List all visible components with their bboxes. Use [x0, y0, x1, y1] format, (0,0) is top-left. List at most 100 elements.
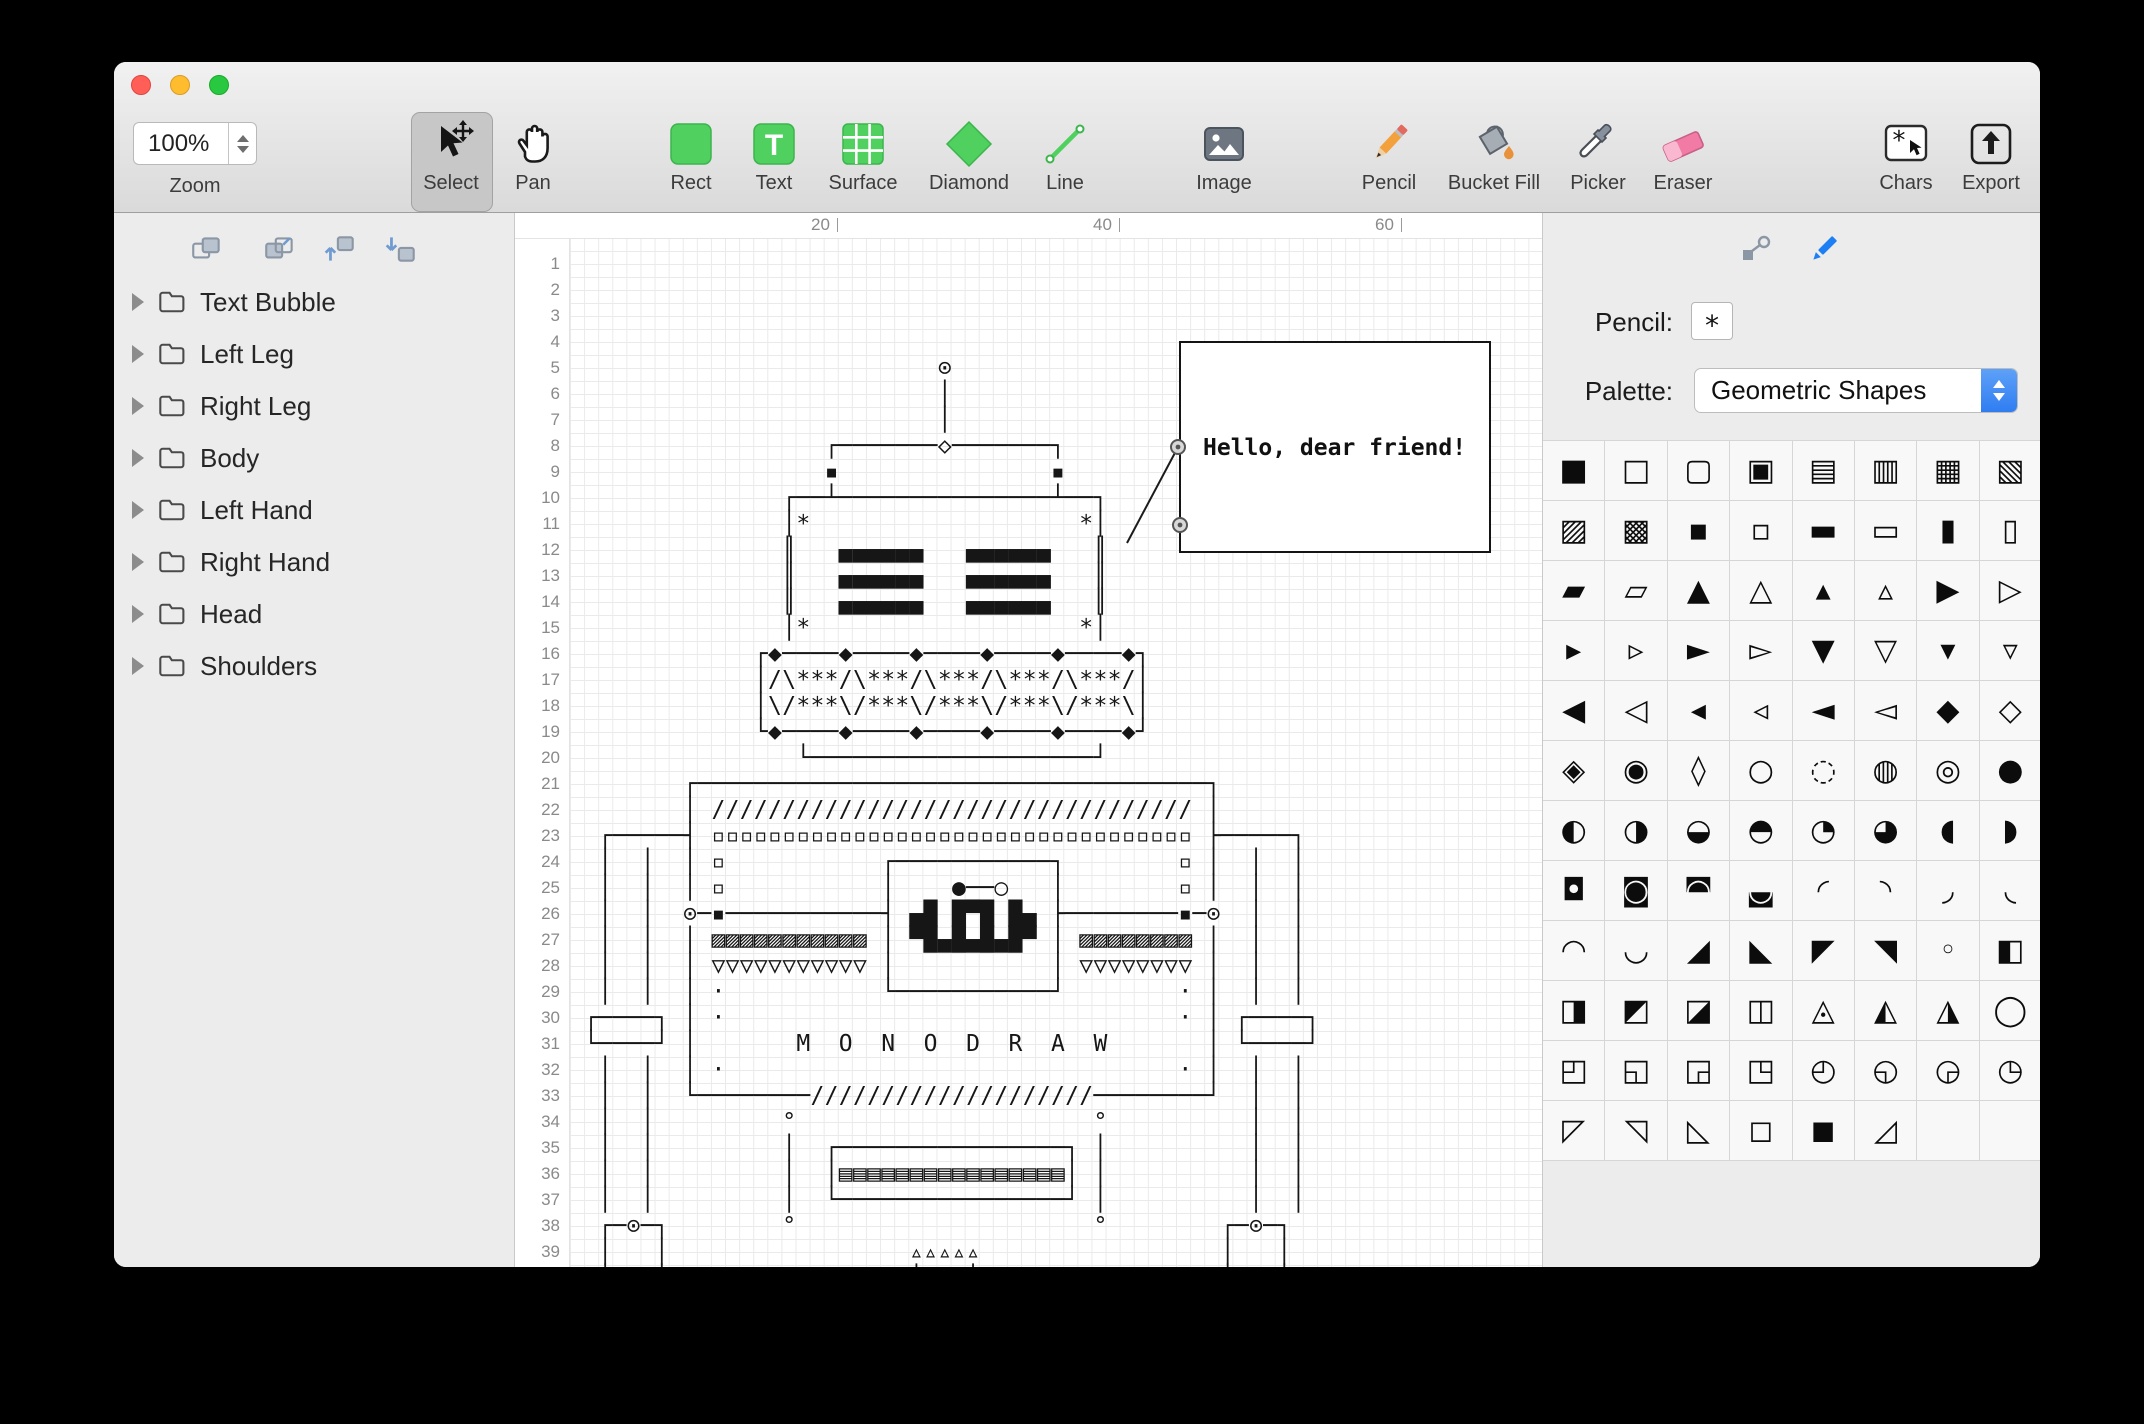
palette-glyph[interactable]: ◎ — [1917, 741, 1978, 800]
palette-glyph[interactable] — [1980, 1101, 2040, 1160]
zoom-decrease-icon[interactable] — [237, 146, 249, 153]
palette-glyph[interactable]: ◟ — [1980, 861, 2040, 920]
palette-glyph[interactable]: ◓ — [1730, 801, 1791, 860]
palette-glyph[interactable]: ● — [1980, 741, 2040, 800]
layer-row[interactable]: Head — [114, 588, 514, 640]
layer-row[interactable]: Right Hand — [114, 536, 514, 588]
palette-glyph[interactable]: ► — [1668, 621, 1729, 680]
palette-glyph[interactable]: ◩ — [1605, 981, 1666, 1040]
layer-row[interactable]: Right Leg — [114, 380, 514, 432]
palette-glyph[interactable]: ◊ — [1668, 741, 1729, 800]
palette-glyph[interactable] — [1917, 1101, 1978, 1160]
palette-glyph[interactable]: ◠ — [1543, 921, 1604, 980]
palette-glyph[interactable]: ◡ — [1605, 921, 1666, 980]
drawing-canvas[interactable]: 20 40 60 1234567891011121314151617181920… — [515, 213, 1542, 1267]
palette-glyph[interactable]: ■ — [1543, 441, 1604, 500]
palette-glyph[interactable]: ▮ — [1917, 501, 1978, 560]
layer-row[interactable]: Left Hand — [114, 484, 514, 536]
close-button[interactable] — [131, 75, 151, 95]
speech-bubble[interactable]: Hello, dear friend! — [1179, 341, 1491, 553]
palette-dropdown[interactable]: Geometric Shapes — [1694, 368, 2018, 413]
palette-glyph[interactable]: ▩ — [1605, 501, 1666, 560]
palette-glyph[interactable]: ▣ — [1730, 441, 1791, 500]
palette-glyph[interactable]: ▽ — [1855, 621, 1916, 680]
palette-glyph[interactable]: ◑ — [1605, 801, 1666, 860]
palette-glyph[interactable]: ◥ — [1855, 921, 1916, 980]
palette-glyph[interactable]: ◉ — [1605, 741, 1666, 800]
palette-glyph[interactable]: ◱ — [1605, 1041, 1666, 1100]
tool-diamond[interactable]: Diamond — [914, 112, 1024, 210]
palette-glyph[interactable]: ◦ — [1917, 921, 1978, 980]
palette-glyph[interactable]: ◖ — [1917, 801, 1978, 860]
palette-glyph[interactable]: ◫ — [1730, 981, 1791, 1040]
palette-glyph[interactable]: ◈ — [1543, 741, 1604, 800]
pencil-char-well[interactable]: * — [1691, 302, 1733, 340]
palette-glyph[interactable]: ◷ — [1980, 1041, 2040, 1100]
palette-glyph[interactable]: △ — [1730, 561, 1791, 620]
palette-glyph[interactable]: ◬ — [1793, 981, 1854, 1040]
palette-glyph[interactable]: ◇ — [1980, 681, 2040, 740]
zoom-control[interactable]: 100% — [133, 122, 257, 165]
ungroup-icon[interactable] — [262, 233, 298, 265]
palette-glyph[interactable]: ◗ — [1980, 801, 2040, 860]
palette-glyph[interactable]: ▢ — [1668, 441, 1729, 500]
palette-glyph[interactable]: ◛ — [1730, 861, 1791, 920]
palette-glyph[interactable]: ◞ — [1917, 861, 1978, 920]
palette-glyph[interactable]: ◂ — [1668, 681, 1729, 740]
disclosure-triangle-icon[interactable] — [132, 657, 144, 675]
palette-glyph[interactable]: ▿ — [1980, 621, 2040, 680]
disclosure-triangle-icon[interactable] — [132, 501, 144, 519]
palette-glyph[interactable]: ▧ — [1980, 441, 2040, 500]
disclosure-triangle-icon[interactable] — [132, 293, 144, 311]
palette-glyph[interactable]: ▬ — [1793, 501, 1854, 560]
palette-glyph[interactable]: ◚ — [1668, 861, 1729, 920]
palette-glyph[interactable]: ▰ — [1543, 561, 1604, 620]
palette-glyph[interactable]: ◘ — [1543, 861, 1604, 920]
layer-row[interactable]: Shoulders — [114, 640, 514, 692]
disclosure-triangle-icon[interactable] — [132, 553, 144, 571]
palette-glyph[interactable]: ▷ — [1980, 561, 2040, 620]
send-backward-icon[interactable] — [383, 233, 419, 265]
disclosure-triangle-icon[interactable] — [132, 605, 144, 623]
palette-glyph[interactable]: ▦ — [1917, 441, 1978, 500]
palette-glyph[interactable]: ▪ — [1668, 501, 1729, 560]
palette-glyph[interactable]: ▲ — [1668, 561, 1729, 620]
palette-glyph[interactable]: □ — [1605, 441, 1666, 500]
palette-glyph[interactable]: ◿ — [1855, 1101, 1916, 1160]
disclosure-triangle-icon[interactable] — [132, 345, 144, 363]
bring-forward-icon[interactable] — [322, 233, 358, 265]
palette-glyph[interactable]: ◻ — [1730, 1101, 1791, 1160]
palette-glyph[interactable]: ▸ — [1543, 621, 1604, 680]
tool-pencil[interactable]: Pencil — [1334, 112, 1444, 210]
tool-image[interactable]: Image — [1169, 112, 1279, 210]
palette-glyph[interactable]: ◃ — [1730, 681, 1791, 740]
palette-glyph[interactable]: ▵ — [1855, 561, 1916, 620]
tool-pan[interactable]: Pan — [478, 112, 588, 210]
palette-glyph[interactable]: ◯ — [1980, 981, 2040, 1040]
palette-glyph[interactable]: ▥ — [1855, 441, 1916, 500]
palette-glyph[interactable]: ◴ — [1793, 1041, 1854, 1100]
palette-glyph[interactable]: ◤ — [1793, 921, 1854, 980]
zoom-increase-icon[interactable] — [237, 135, 249, 142]
disclosure-triangle-icon[interactable] — [132, 449, 144, 467]
disclosure-triangle-icon[interactable] — [132, 397, 144, 415]
palette-glyph[interactable]: ◝ — [1855, 861, 1916, 920]
layer-row[interactable]: Text Bubble — [114, 276, 514, 328]
palette-glyph[interactable]: ◲ — [1668, 1041, 1729, 1100]
layer-row[interactable]: Left Leg — [114, 328, 514, 380]
shape-inspector-tab[interactable] — [1739, 232, 1773, 266]
palette-glyph[interactable]: ◙ — [1605, 861, 1666, 920]
palette-glyph[interactable]: ▴ — [1793, 561, 1854, 620]
palette-glyph[interactable]: ▶ — [1917, 561, 1978, 620]
palette-glyph[interactable]: ◄ — [1793, 681, 1854, 740]
palette-glyph[interactable]: ▨ — [1543, 501, 1604, 560]
palette-glyph[interactable]: ◧ — [1980, 921, 2040, 980]
palette-glyph[interactable]: ◶ — [1917, 1041, 1978, 1100]
palette-glyph[interactable]: ◕ — [1855, 801, 1916, 860]
tool-surface[interactable]: Surface — [808, 112, 918, 210]
palette-glyph[interactable]: ▼ — [1793, 621, 1854, 680]
dropdown-stepper-icon[interactable] — [1981, 369, 2017, 412]
palette-glyph[interactable]: ◵ — [1855, 1041, 1916, 1100]
tool-eraser[interactable]: Eraser — [1628, 112, 1738, 210]
palette-glyph[interactable]: ◒ — [1668, 801, 1729, 860]
